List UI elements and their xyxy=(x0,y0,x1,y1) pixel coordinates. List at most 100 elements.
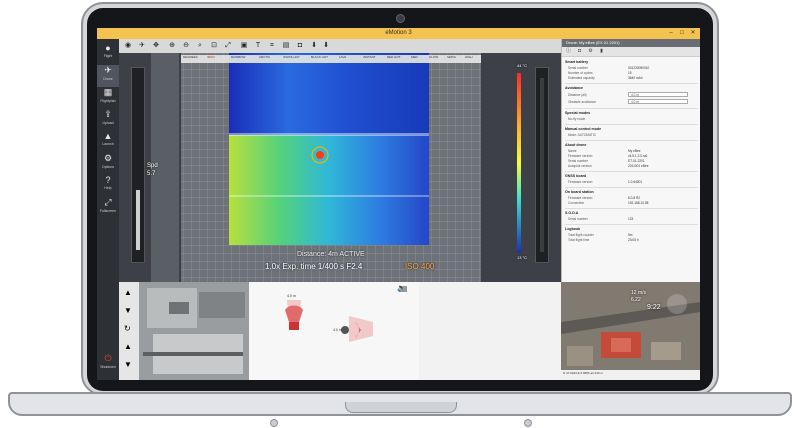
proximity-sensors: 4.0 m 4.0 m 🔈 xyxy=(249,282,419,380)
distance-select[interactable]: 4.0 m xyxy=(628,92,688,97)
sidebar-item-fullscreen[interactable]: ⤢ Fullscreen xyxy=(97,197,119,219)
zoom-slider[interactable] xyxy=(535,67,549,263)
arrow-down-icon-2[interactable]: ▼ xyxy=(124,360,132,369)
property-value: ET-01-2201 xyxy=(628,159,645,163)
palette-item[interactable]: BLACK HOT xyxy=(311,55,328,59)
speaker-icon[interactable]: 🔈 xyxy=(397,284,406,292)
property-value: 192.168.10.58 xyxy=(628,201,649,205)
property-row: Mode: AUTOMATIC xyxy=(568,133,696,137)
image-icon[interactable]: ▣ xyxy=(239,41,249,51)
arrow-up-icon-2[interactable]: ▲ xyxy=(124,342,132,351)
arrow-down-icon[interactable]: ▼ xyxy=(124,306,132,315)
property-value: 6.0.8 R2 xyxy=(628,196,641,200)
property-row: Total flight time 23:05 h xyxy=(568,238,696,242)
palette-item[interactable]: IRON xyxy=(207,55,215,59)
drone-icon[interactable]: ✈ xyxy=(137,41,147,51)
camera-icon[interactable]: ◘ xyxy=(295,41,305,51)
search-icon[interactable]: ⌕ xyxy=(195,41,205,51)
iso-readout: ISO 400 xyxy=(405,262,435,271)
property-value: 15 xyxy=(628,71,632,75)
rotate-icon[interactable]: ↻ xyxy=(124,324,131,333)
tab-info-icon[interactable]: ⓘ xyxy=(564,48,573,55)
palette-item[interactable]: LAVA xyxy=(339,55,346,59)
palette-item[interactable]: RAINBOW xyxy=(231,55,245,59)
expand-icon[interactable]: ⤢ xyxy=(223,41,233,51)
control-mode-select[interactable]: Mode: AUTOMATIC xyxy=(568,133,596,137)
palette-item[interactable]: MED xyxy=(411,55,418,59)
property-label: Firmware version xyxy=(568,154,593,158)
map-speed: 12 m/s xyxy=(631,290,647,296)
property-label: Serial number xyxy=(568,66,588,70)
drone-properties-panel: Drone: My eBee (EX 01 2201) ⓘ ◘ ⚙ ▮ Smar… xyxy=(561,39,700,282)
divider xyxy=(565,224,698,225)
sidebar-item-options[interactable]: ⚙ Options xyxy=(97,153,119,175)
foot-right xyxy=(524,419,532,427)
avoidance-select[interactable]: 4.0 m xyxy=(628,99,688,104)
sidebar-item-upload[interactable]: ⇪ Upload xyxy=(97,109,119,131)
camera-view[interactable]: DEGREES IRON RAINBOW ARCTIC WHITE HOT BL… xyxy=(119,53,561,282)
property-label: Estimated capacity xyxy=(568,76,595,80)
zoom-out-icon[interactable]: ⊖ xyxy=(181,41,191,51)
panel-header: Drone: My eBee (EX 01 2201) xyxy=(562,39,700,47)
palette-item[interactable]: ARCTIC xyxy=(259,55,270,59)
no-fly-toggle[interactable]: No-fly mode xyxy=(568,117,585,121)
property-label: Total flight counter xyxy=(568,233,594,237)
property-row: Serial number ET-01-2201 xyxy=(568,159,696,163)
crop-icon[interactable]: ⌗ xyxy=(267,41,277,51)
fullscreen-icon: ⤢ xyxy=(104,197,112,207)
flight-icon: ● xyxy=(105,43,111,53)
property-row: Autopilot version 2011001 eBee xyxy=(568,164,696,168)
text-icon[interactable]: T xyxy=(253,41,263,51)
sidebar-item-flight[interactable]: ● Flight xyxy=(97,43,119,65)
shutdown-button[interactable]: ⏻ Shutdown xyxy=(97,353,119,375)
scale-min-label: 13 °C xyxy=(517,255,528,260)
left-sidebar: ● Flight ✈ Drone ▦ Flightplan ⇪ Upload ▲ Laun… xyxy=(97,39,119,380)
section-title: Smart battery xyxy=(565,60,589,64)
panel-tabs: ⓘ ◘ ⚙ ▮ xyxy=(562,47,700,57)
marker-icon-2[interactable]: ⬇ xyxy=(321,41,331,51)
sidebar-item-launch[interactable]: ▲ Launch xyxy=(97,131,119,153)
section-title: S.O.D.A xyxy=(565,211,579,215)
close-icon[interactable]: ✕ xyxy=(687,29,699,38)
divider xyxy=(565,83,698,84)
palette-item[interactable]: WHITE HOT xyxy=(283,55,300,59)
palette-item[interactable]: RED HOT xyxy=(387,55,401,59)
sidebar-item-drone[interactable]: ✈ Drone xyxy=(97,65,119,87)
marker-icon[interactable]: ⬇ xyxy=(309,41,319,51)
property-label: Serial number xyxy=(568,159,588,163)
gimbal-slider[interactable] xyxy=(131,67,145,263)
launch-icon: ▲ xyxy=(103,131,113,141)
tab-battery-icon[interactable]: ▮ xyxy=(597,48,606,55)
palette-item[interactable]: GLOW xyxy=(429,55,438,59)
section-title: Logbook xyxy=(565,227,581,231)
property-value: My eBee xyxy=(628,149,641,153)
property-value: 001230090010 xyxy=(628,66,650,70)
sidebar-item-help[interactable]: ? Help xyxy=(97,175,119,197)
property-label: Autopilot version xyxy=(568,164,592,168)
pan-icon[interactable]: ✥ xyxy=(151,41,161,51)
tab-camera-icon[interactable]: ◘ xyxy=(575,48,584,55)
property-row: Firmware version 1.0.64001 xyxy=(568,180,696,184)
upload-icon: ⇪ xyxy=(104,109,112,119)
sidebar-item-flightplan[interactable]: ▦ Flightplan xyxy=(97,87,119,109)
zoom-in-icon[interactable]: ⊕ xyxy=(167,41,177,51)
palette-item[interactable]: INSTANT xyxy=(363,55,376,59)
palette-item[interactable]: HIGH xyxy=(465,55,473,59)
arrow-up-icon[interactable]: ▲ xyxy=(124,288,132,297)
section-title: Special modes xyxy=(565,111,591,115)
fit-icon[interactable]: ⊡ xyxy=(209,41,219,51)
tab-settings-icon[interactable]: ⚙ xyxy=(586,48,595,55)
secondary-camera-view[interactable] xyxy=(139,282,249,380)
eye-icon[interactable]: ◉ xyxy=(123,41,133,51)
layers-icon[interactable]: ▤ xyxy=(281,41,291,51)
property-row: Connection 192.168.10.58 xyxy=(568,201,696,205)
palette-item[interactable]: SEPIA xyxy=(447,55,456,59)
palette-item[interactable]: DEGREES xyxy=(183,55,198,59)
drone-icon: ✈ xyxy=(104,65,112,75)
property-row: No-fly mode xyxy=(568,117,696,121)
property-label: Firmware version xyxy=(568,196,593,200)
exposure-readout: 1.0x Exp. time 1/400 s F2.4 xyxy=(265,262,363,271)
divider xyxy=(565,124,698,125)
map-view[interactable]: 12 m/s 6.22 9:22 N 47.0223 E 6.9856 alt … xyxy=(561,282,700,380)
property-label: Total flight time xyxy=(568,238,590,242)
